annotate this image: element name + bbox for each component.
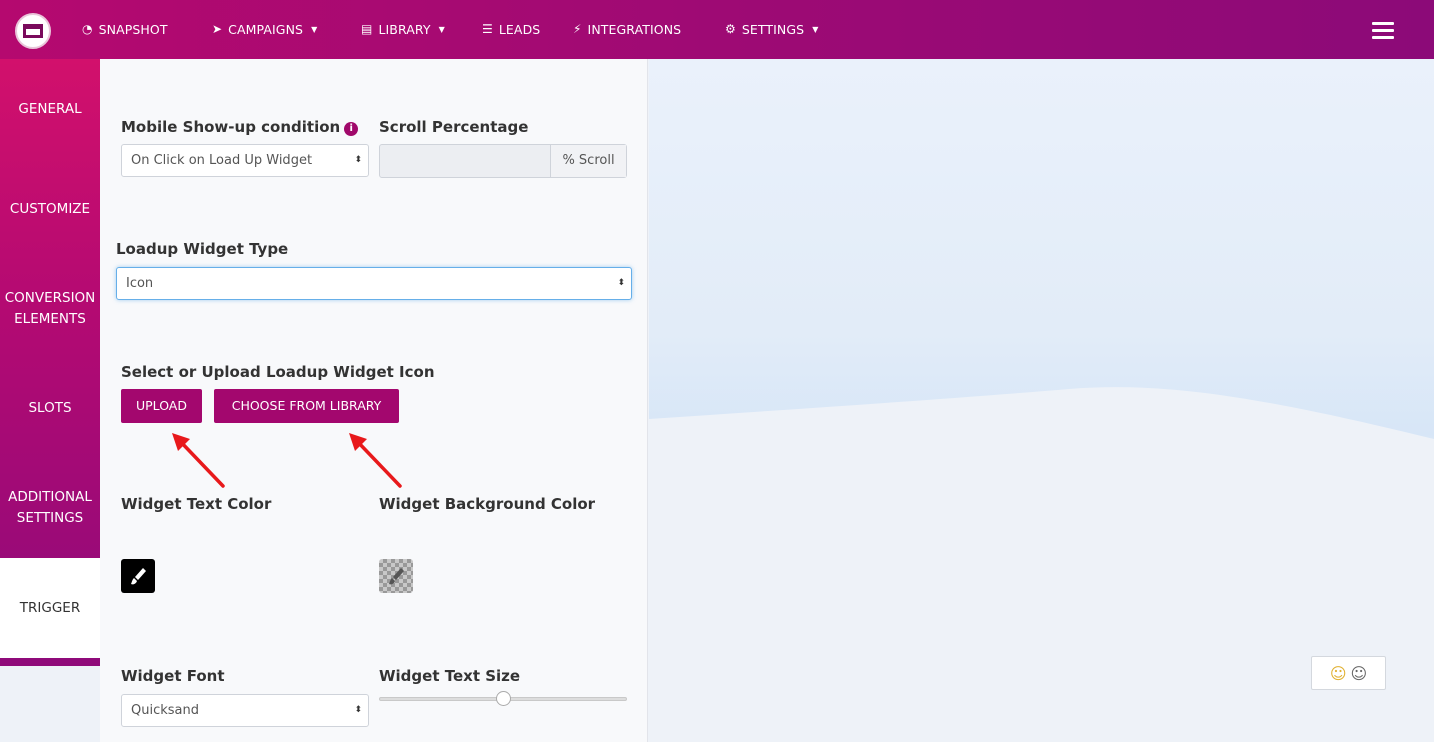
book-icon: ▤: [361, 22, 373, 36]
list-icon: ☰: [482, 22, 493, 36]
app-logo[interactable]: [15, 13, 51, 49]
mobile-condition-select[interactable]: On Click on Load Up Widget ⬍: [121, 144, 369, 177]
nav-leads-label: LEADS: [498, 21, 541, 37]
preview-area: ☺ ☺: [649, 59, 1434, 742]
nav-snapshot[interactable]: ◔ SNAPSHOT: [82, 20, 168, 38]
widget-font-value: Quicksand: [131, 703, 199, 718]
sidebar-item-label: CONVERSION ELEMENTS: [4, 290, 96, 327]
select-arrows-icon: ⬍: [354, 705, 362, 715]
sidebar-item-additional-settings[interactable]: ADDITIONAL SETTINGS: [0, 487, 100, 529]
background-color-swatch[interactable]: [379, 559, 413, 593]
top-navbar: ◔ SNAPSHOT ➤ CAMPAIGNS ▼ ▤ LIBRARY ▼ ☰ L…: [0, 0, 1434, 59]
widget-icon-label: Select or Upload Loadup Widget Icon: [121, 363, 435, 381]
widget-type-select[interactable]: Icon ⬍: [116, 267, 632, 300]
mobile-condition-value: On Click on Load Up Widget: [131, 153, 313, 168]
info-icon[interactable]: i: [344, 122, 359, 136]
nav-integrations[interactable]: ⚡ INTEGRATIONS: [573, 20, 681, 38]
widget-bg-color-label: Widget Background Color: [379, 495, 596, 513]
widget-type-label: Loadup Widget Type: [116, 240, 289, 258]
annotation-arrow-icon: [349, 433, 402, 488]
gears-icon: ⚙: [725, 22, 736, 36]
sidebar-item-trigger[interactable]: TRIGGER: [0, 558, 100, 658]
dashboard-icon: ◔: [82, 22, 93, 36]
sidebar-item-label: SLOTS: [28, 400, 72, 416]
sidebar-item-general[interactable]: GENERAL: [0, 99, 100, 120]
paint-brush-icon: [131, 568, 146, 585]
sidebar-item-label: CUSTOMIZE: [9, 201, 91, 217]
paper-plane-icon: ➤: [212, 22, 223, 36]
sidebar-item-label: GENERAL: [18, 101, 82, 117]
choose-from-library-button[interactable]: CHOOSE FROM LIBRARY: [214, 389, 399, 423]
text-size-slider-thumb[interactable]: [496, 691, 511, 706]
nav-library-label: LIBRARY: [378, 21, 431, 37]
mobile-condition-label-text: Mobile Show-up condition: [121, 118, 341, 136]
nav-library[interactable]: ▤ LIBRARY ▼: [361, 20, 445, 38]
scroll-percentage-label: Scroll Percentage: [379, 118, 529, 136]
annotation-arrow-icon: [172, 433, 225, 488]
hamburger-menu-icon[interactable]: [1372, 22, 1394, 40]
sidebar-item-conversion-elements[interactable]: CONVERSION ELEMENTS: [0, 288, 100, 330]
mobile-condition-label: Mobile Show-up condition i: [121, 118, 359, 136]
scroll-addon: % Scroll: [550, 145, 626, 177]
smiley-icon: ☺: [1350, 663, 1368, 683]
widget-text-size-label: Widget Text Size: [379, 667, 521, 685]
logo-mark-icon: [23, 24, 43, 38]
widget-text-color-label: Widget Text Color: [121, 495, 272, 513]
plug-icon: ⚡: [573, 22, 582, 36]
caret-down-icon: ▼: [311, 24, 318, 34]
nav-leads[interactable]: ☰ LEADS: [482, 20, 540, 38]
sidebar-item-slots[interactable]: SLOTS: [0, 398, 100, 419]
sidebar-item-label: TRIGGER: [19, 599, 81, 616]
caret-down-icon: ▼: [438, 24, 445, 34]
sidebar-bottom-strip: [0, 658, 100, 666]
select-arrows-icon: ⬍: [354, 155, 362, 165]
paint-brush-icon: [389, 568, 404, 585]
emoji-add-icon: ☺: [1329, 663, 1347, 683]
sidebar-item-label: ADDITIONAL SETTINGS: [8, 489, 92, 526]
widget-font-select[interactable]: Quicksand ⬍: [121, 694, 369, 727]
emoji-widget[interactable]: ☺ ☺: [1311, 656, 1386, 690]
nav-campaigns-label: CAMPAIGNS: [228, 21, 304, 37]
nav-integrations-label: INTEGRATIONS: [587, 21, 682, 37]
trigger-settings-panel: Mobile Show-up condition i On Click on Lo…: [100, 59, 648, 742]
nav-settings-label: SETTINGS: [741, 21, 805, 37]
upload-button[interactable]: UPLOAD: [121, 389, 202, 423]
caret-down-icon: ▼: [812, 24, 819, 34]
select-arrows-icon: ⬍: [617, 278, 625, 288]
sidebar-item-customize[interactable]: CUSTOMIZE: [0, 199, 100, 220]
scroll-percentage-input[interactable]: % Scroll: [379, 144, 627, 178]
widget-type-value: Icon: [126, 276, 154, 291]
widget-font-label: Widget Font: [121, 667, 225, 685]
text-color-swatch[interactable]: [121, 559, 155, 593]
sidebar-empty-area: [0, 666, 100, 742]
nav-snapshot-label: SNAPSHOT: [98, 21, 168, 37]
nav-campaigns[interactable]: ➤ CAMPAIGNS ▼: [212, 20, 317, 38]
nav-settings[interactable]: ⚙ SETTINGS ▼: [725, 20, 818, 38]
